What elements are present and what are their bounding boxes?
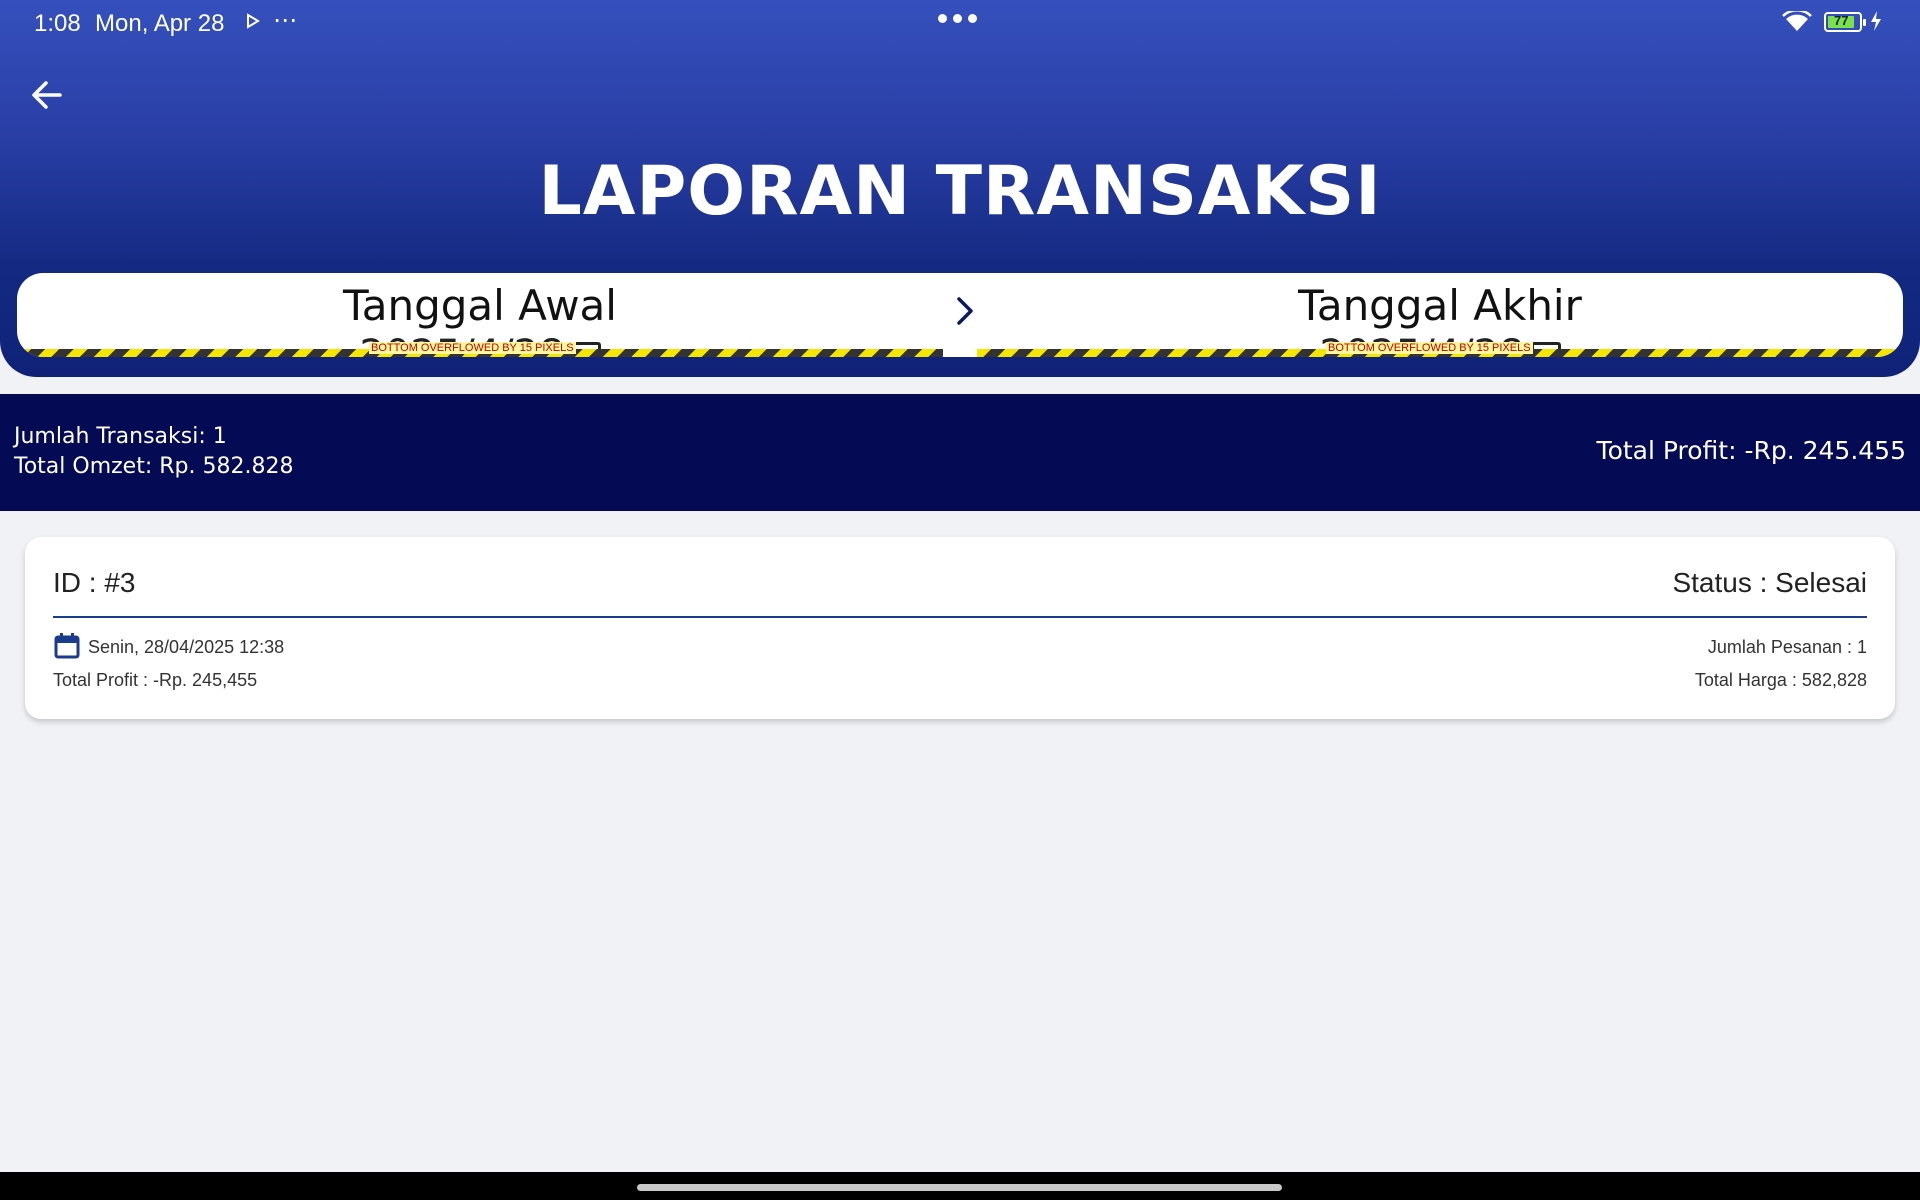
status-bar: 1:08 Mon, Apr 28 ⋯ 77 bbox=[0, 0, 1920, 46]
summary-bar: Jumlah Transaksi: 1 Total Omzet: Rp. 582… bbox=[0, 394, 1920, 511]
transaction-id: ID : #3 bbox=[53, 567, 136, 598]
back-button[interactable] bbox=[30, 78, 70, 112]
overflow-warning-text: BOTTOM OVERFLOWED BY 15 PIXELS bbox=[1326, 342, 1533, 354]
calendar-icon bbox=[54, 633, 80, 664]
overflow-warning-text: BOTTOM OVERFLOWED BY 15 PIXELS bbox=[369, 342, 576, 354]
navigation-bar bbox=[0, 1172, 1920, 1200]
transaction-profit: Total Profit : -Rp. 245,455 bbox=[53, 670, 258, 690]
chevron-right-icon bbox=[955, 295, 975, 332]
order-quantity: Jumlah Pesanan : 1 bbox=[1707, 637, 1867, 657]
total-omzet: Total Omzet: Rp. 582.828 bbox=[14, 454, 294, 479]
home-gesture-handle[interactable] bbox=[637, 1184, 1282, 1191]
status-date: Mon, Apr 28 bbox=[95, 10, 225, 37]
wifi-icon bbox=[1782, 9, 1812, 38]
battery-level: 77 bbox=[1834, 13, 1849, 28]
multitask-dots-icon[interactable] bbox=[938, 14, 977, 23]
transaction-count: Jumlah Transaksi: 1 bbox=[14, 424, 227, 449]
transaction-card[interactable]: ID : #3 Status : Selesai Senin, 28/04/20… bbox=[25, 537, 1895, 719]
more-icon: ⋯ bbox=[273, 7, 298, 34]
date-filter-card: Tanggal Awal 2025/4/28 BOTTOM OVERFLOWED… bbox=[17, 273, 1903, 357]
transaction-status: Status : Selesai bbox=[1672, 567, 1867, 598]
status-time: 1:08 bbox=[34, 10, 81, 37]
start-date-label: Tanggal Awal bbox=[343, 281, 617, 330]
page-title: LAPORAN TRANSAKSI bbox=[538, 152, 1382, 231]
charging-icon bbox=[1870, 11, 1882, 36]
back-arrow-icon bbox=[32, 81, 62, 109]
app-header: 1:08 Mon, Apr 28 ⋯ 77 LAPORAN TRANSAKSI … bbox=[0, 0, 1920, 377]
end-date-label: Tanggal Akhir bbox=[1298, 281, 1582, 330]
play-icon bbox=[246, 13, 260, 34]
total-price: Total Harga : 582,828 bbox=[1694, 670, 1867, 690]
total-profit: Total Profit: -Rp. 245.455 bbox=[1596, 436, 1906, 465]
transaction-date: Senin, 28/04/2025 12:38 bbox=[88, 637, 285, 657]
divider bbox=[53, 616, 1867, 618]
